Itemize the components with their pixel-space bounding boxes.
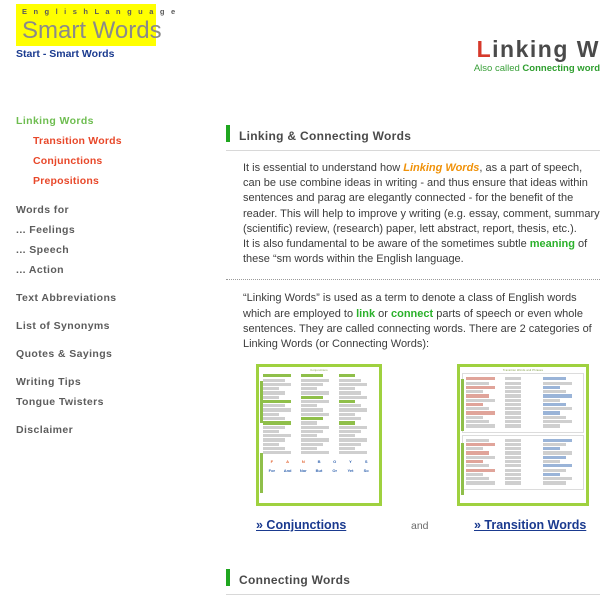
page-root: E n g l i s h L a n g u a g e Smart Word… — [0, 0, 600, 600]
section-heading-linking-connecting-words: Linking & Connecting Words — [226, 124, 600, 151]
section-heading-label: Linking & Connecting Words — [239, 129, 412, 143]
chart-column — [339, 374, 375, 455]
site-logo[interactable]: E n g l i s h L a n g u a g e Smart Word… — [16, 4, 178, 46]
dotted-divider — [226, 279, 600, 281]
sidebar-item-list-of-synonyms[interactable]: List of Synonyms — [16, 320, 216, 333]
transition-chart-block-upper — [462, 373, 584, 433]
sidebar-item-transition-words[interactable]: Transition Words — [16, 135, 216, 148]
chart-column — [543, 377, 580, 428]
fanboys-letters-row: F A N B O Y S — [261, 457, 377, 466]
link-transition-words[interactable]: » Transition Words — [474, 518, 586, 532]
fanboys-letter: F — [270, 458, 274, 464]
chart-column — [466, 438, 503, 486]
sidebar-item-prepositions[interactable]: Prepositions — [16, 175, 216, 188]
fanboys-letter: Y — [349, 458, 352, 464]
sidebar-item-action[interactable]: ... Action — [16, 264, 216, 277]
fanboys-letter: O — [333, 458, 337, 464]
fanboys-word: And — [283, 467, 292, 473]
chart-column — [263, 374, 299, 455]
para2-emphasis-link: link — [356, 307, 376, 320]
fanboys-words-row: For And Nor But Or Yet So — [261, 466, 377, 475]
sidebar-item-text-abbreviations[interactable]: Text Abbreviations — [16, 292, 216, 305]
conjunctions-chart-grid — [261, 373, 377, 456]
definition-paragraph: “Linking Words” is used as a term to den… — [226, 291, 600, 352]
thumbnail-links-row: » Conjunctions and » Transition Words — [226, 518, 600, 540]
sidebar-item-writing-tips[interactable]: Writing Tips — [16, 376, 216, 389]
sidebar-item-speech[interactable]: ... Speech — [16, 244, 216, 257]
chart-side-tab — [461, 443, 464, 496]
page-subtitle: Also called Connecting word — [474, 62, 600, 75]
fanboys-letter: N — [301, 458, 305, 464]
page-header: Linking W Also called Connecting word — [474, 36, 600, 75]
sidebar-item-quotes-sayings[interactable]: Quotes & Sayings — [16, 348, 216, 361]
page-title-rest: inking W — [492, 36, 600, 62]
page-subtitle-bold: Connecting word — [522, 63, 600, 74]
sidebar-item-tongue-twisters[interactable]: Tongue Twisters — [16, 396, 216, 409]
link-conjunctions[interactable]: » Conjunctions — [256, 518, 346, 532]
para1-emphasis-meaning: meaning — [529, 238, 575, 251]
page-title: Linking W — [474, 36, 600, 62]
sidebar-item-words-for: Words for — [16, 204, 69, 216]
para2-text-b: or — [375, 307, 391, 320]
fanboys-word: Or — [332, 467, 338, 473]
page-title-initial: L — [476, 36, 493, 62]
main-navigation: Linking Words Transition Words Conjuncti… — [16, 115, 216, 437]
sidebar-item-feelings[interactable]: ... Feelings — [16, 224, 216, 237]
fanboys-letter: A — [286, 458, 290, 464]
para1-text-a: It is essential to understand how — [243, 162, 404, 174]
fanboys-word: For — [268, 467, 276, 473]
fanboys-letter: B — [317, 458, 321, 464]
main-content: Linking & Connecting Words It is essenti… — [226, 124, 600, 600]
page-subtitle-prefix: Also called — [473, 63, 523, 74]
sidebar: E n g l i s h L a n g u a g e Smart Word… — [0, 0, 218, 600]
breadcrumb[interactable]: Start - Smart Words — [16, 48, 114, 60]
para1-text-c: It is also fundamental to be aware of th… — [243, 238, 530, 251]
conjunctions-chart-thumbnail[interactable]: Conjunctions F A N B O Y S For And Nor B… — [256, 364, 382, 507]
chart-column — [504, 377, 542, 428]
fanboys-word: So — [363, 467, 369, 473]
chart-column — [466, 377, 503, 428]
thumbnail-row: Conjunctions F A N B O Y S For And Nor B… — [226, 364, 600, 512]
links-conjunction-word: and — [411, 520, 429, 533]
sidebar-item-disclaimer[interactable]: Disclaimer — [16, 424, 216, 437]
sidebar-item-linking-words[interactable]: Linking Words — [16, 115, 216, 128]
intro-paragraph-2: It is also fundamental to be aware of th… — [226, 237, 600, 267]
para2-emphasis-connect: connect — [390, 307, 434, 320]
logo-tagline: E n g l i s h L a n g u a g e — [22, 7, 178, 16]
para1-emphasis-linking-words: Linking Words — [403, 162, 480, 174]
fanboys-word: But — [315, 467, 323, 473]
chart-column — [301, 374, 337, 455]
fanboys-letter: S — [364, 458, 368, 464]
intro-paragraph-1: It is essential to understand how Linkin… — [226, 161, 600, 237]
fanboys-word: Yet — [347, 467, 354, 473]
chart-side-tab — [260, 381, 263, 424]
transition-chart-block-lower — [462, 434, 584, 490]
fanboys-word: Nor — [299, 467, 307, 473]
chart-side-tab — [461, 379, 464, 432]
section-heading-connecting-words: Connecting Words — [226, 568, 600, 596]
chart-column — [543, 438, 580, 486]
chart-column — [504, 438, 542, 486]
transition-words-chart-thumbnail[interactable]: Transition Words and Phrases — [457, 364, 589, 507]
section-heading-label: Connecting Words — [239, 573, 351, 588]
section-connecting-words: Connecting Words Relations Between Words… — [226, 568, 600, 600]
chart-side-tab — [260, 453, 263, 494]
sidebar-item-conjunctions[interactable]: Conjunctions — [16, 155, 216, 168]
logo-title: Smart Words — [22, 17, 162, 44]
